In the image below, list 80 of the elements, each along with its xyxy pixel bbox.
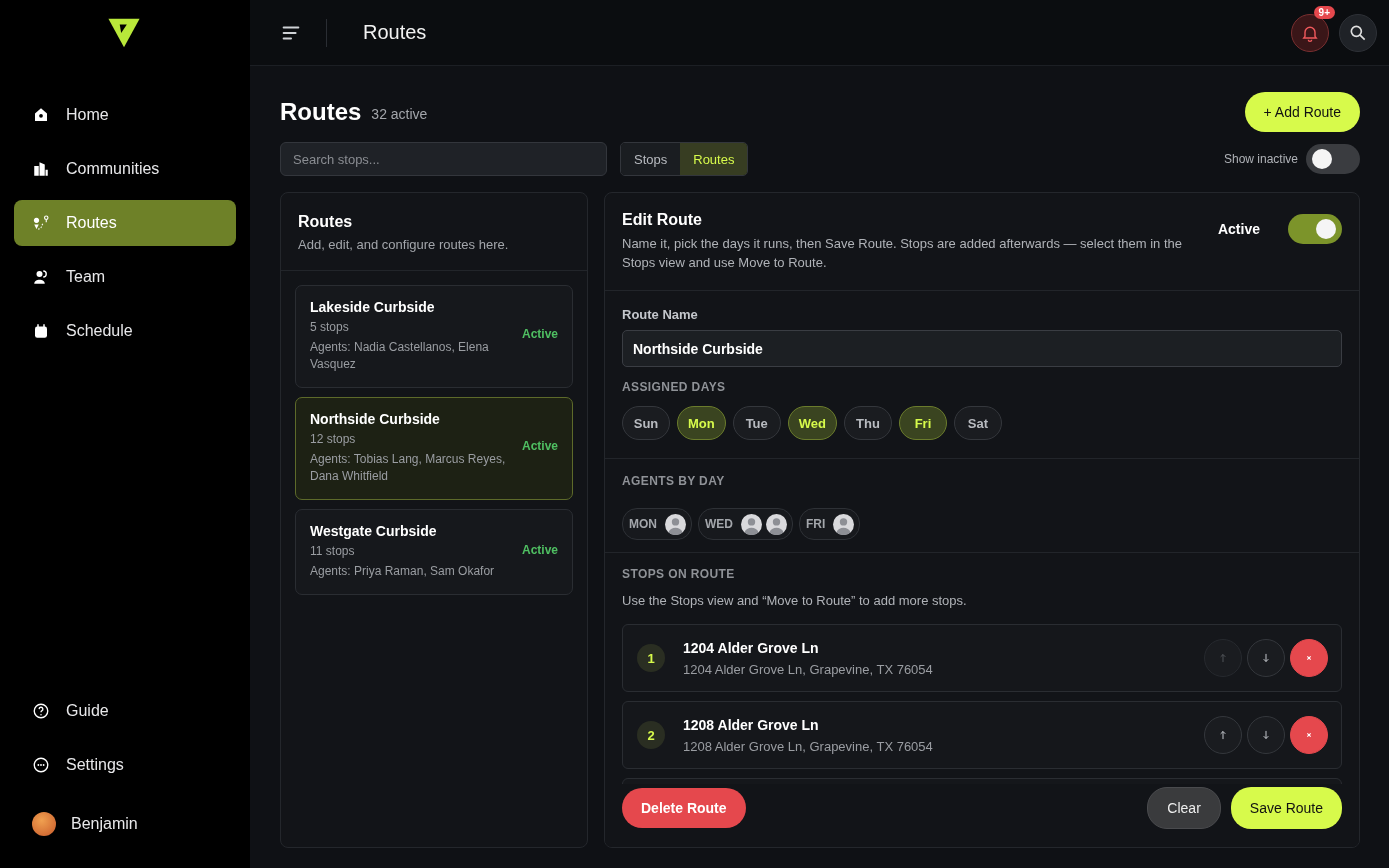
stop-title: 1204 Alder Grove Ln bbox=[683, 639, 820, 656]
route-name: Westgate Curbside bbox=[310, 523, 438, 539]
stop-count: 12 stops bbox=[310, 432, 357, 446]
stop-title: 1208 Alder Grove Ln bbox=[683, 716, 820, 733]
nav-item[interactable]: Routes bbox=[14, 200, 236, 246]
remove-button[interactable] bbox=[1290, 639, 1328, 677]
more-icon bbox=[32, 756, 50, 774]
stop-number: 2 bbox=[637, 721, 665, 749]
stop-number: 1 bbox=[637, 644, 665, 672]
toggle-label: Show inactive bbox=[1223, 152, 1298, 166]
page-heading: Routes bbox=[280, 98, 362, 126]
agent-day-chip: WED bbox=[698, 508, 793, 540]
day-chip[interactable]: Wed bbox=[787, 406, 837, 440]
section-label: ASSIGNED DAYS bbox=[622, 380, 727, 394]
route-card[interactable]: Westgate Curbside 11 stops Agents: Priya Raman, Sam Okafor Active bbox=[295, 509, 573, 595]
section-label: STOPS ON ROUTE bbox=[622, 567, 736, 581]
page-title: Routes bbox=[363, 21, 427, 44]
search-button[interactable] bbox=[1339, 13, 1377, 52]
clear-button[interactable]: Clear bbox=[1147, 787, 1221, 829]
route-name-field[interactable]: Northside Curbside bbox=[622, 330, 1342, 367]
agents-text: Agents: Priya Raman, Sam Okafor bbox=[310, 563, 496, 580]
status-text: Active bbox=[521, 439, 558, 453]
status-text: Active bbox=[521, 542, 558, 557]
day-chip[interactable]: Mon bbox=[677, 406, 726, 440]
user-profile[interactable]: Benjamin bbox=[14, 804, 236, 844]
view-tab[interactable]: Stops bbox=[621, 143, 681, 175]
avatar-icon bbox=[766, 513, 787, 535]
team-icon bbox=[32, 268, 50, 286]
nav-item[interactable]: Settings bbox=[14, 742, 236, 788]
day-chip[interactable]: Thu bbox=[843, 406, 892, 440]
day-chip[interactable]: Sat bbox=[953, 406, 1002, 440]
remove-button[interactable] bbox=[1290, 716, 1328, 754]
agent-day-chip: FRI bbox=[799, 508, 861, 540]
panel-description: Name it, pick the days it runs, then Save Route. Stops are added afterwards — select them in the Stops view and use Move to Route. bbox=[622, 235, 1183, 272]
nav-item[interactable]: Home bbox=[14, 92, 236, 138]
stop-address: 1208 Alder Grove Ln, Grapevine, TX 76054 bbox=[683, 738, 934, 754]
route-count: 32 active bbox=[371, 106, 428, 122]
avatar-icon bbox=[741, 513, 762, 535]
route-name: Northside Curbside bbox=[310, 411, 441, 427]
save-route-button[interactable]: Save Route bbox=[1230, 787, 1342, 829]
stop-address: 1204 Alder Grove Ln, Grapevine, TX 76054 bbox=[683, 661, 934, 677]
active-toggle[interactable] bbox=[1288, 214, 1342, 244]
nav-item[interactable]: Communities bbox=[14, 146, 236, 192]
notification-badge: 9+ bbox=[1313, 5, 1335, 19]
day-chip[interactable]: Sun bbox=[622, 406, 670, 440]
day-chip[interactable]: Fri bbox=[898, 406, 947, 440]
nav-item[interactable]: Schedule bbox=[14, 308, 236, 354]
avatar-icon bbox=[833, 513, 855, 535]
agents-text: Agents: Nadia Castellanos, Elena Vasquez bbox=[310, 339, 490, 373]
hint-text: Use the Stops view and “Move to Route” to add more stops. bbox=[622, 593, 968, 608]
stop-count: 11 stops bbox=[310, 544, 356, 558]
panel-subtitle: Add, edit, and configure routes here. bbox=[298, 237, 510, 252]
help-icon bbox=[32, 702, 50, 720]
close-icon bbox=[1304, 730, 1314, 740]
day-chip[interactable]: Tue bbox=[732, 406, 781, 440]
route-card[interactable]: Lakeside Curbside 5 stops Agents: Nadia Castellanos, Elena Vasquez Active bbox=[295, 285, 573, 388]
agents-text: Agents: Tobias Lang, Marcus Reyes, Dana Whitfield bbox=[310, 451, 507, 485]
stop-count: 5 stops bbox=[310, 320, 350, 334]
agent-day-chip: MON bbox=[622, 508, 692, 540]
panel-title: Routes bbox=[298, 213, 354, 231]
search-field[interactable]: Search stops... bbox=[280, 142, 607, 176]
buildings-icon bbox=[32, 160, 50, 178]
toggle-label: Active bbox=[1217, 221, 1260, 237]
add-route-button[interactable]: + Add Route bbox=[1244, 92, 1360, 132]
nav-item[interactable]: Team bbox=[14, 254, 236, 300]
view-tab[interactable]: Routes bbox=[680, 143, 748, 175]
delete-route-button[interactable]: Delete Route bbox=[622, 788, 746, 828]
field-label: Route Name bbox=[622, 307, 699, 322]
section-label: AGENTS BY DAY bbox=[622, 474, 726, 488]
avatar-icon bbox=[665, 513, 686, 535]
panel-title: Edit Route bbox=[622, 211, 703, 229]
home-icon bbox=[32, 106, 50, 124]
route-card[interactable]: Northside Curbside 12 stops Agents: Tobias Lang, Marcus Reyes, Dana Whitfield Active bbox=[295, 397, 573, 500]
status-text: Active bbox=[521, 327, 558, 341]
calendar-icon bbox=[32, 322, 50, 340]
close-icon bbox=[1304, 653, 1314, 663]
nav-item[interactable]: Guide bbox=[14, 688, 236, 734]
route-pin-icon bbox=[32, 214, 50, 232]
route-name: Lakeside Curbside bbox=[310, 299, 436, 315]
avatar-icon bbox=[32, 812, 56, 836]
